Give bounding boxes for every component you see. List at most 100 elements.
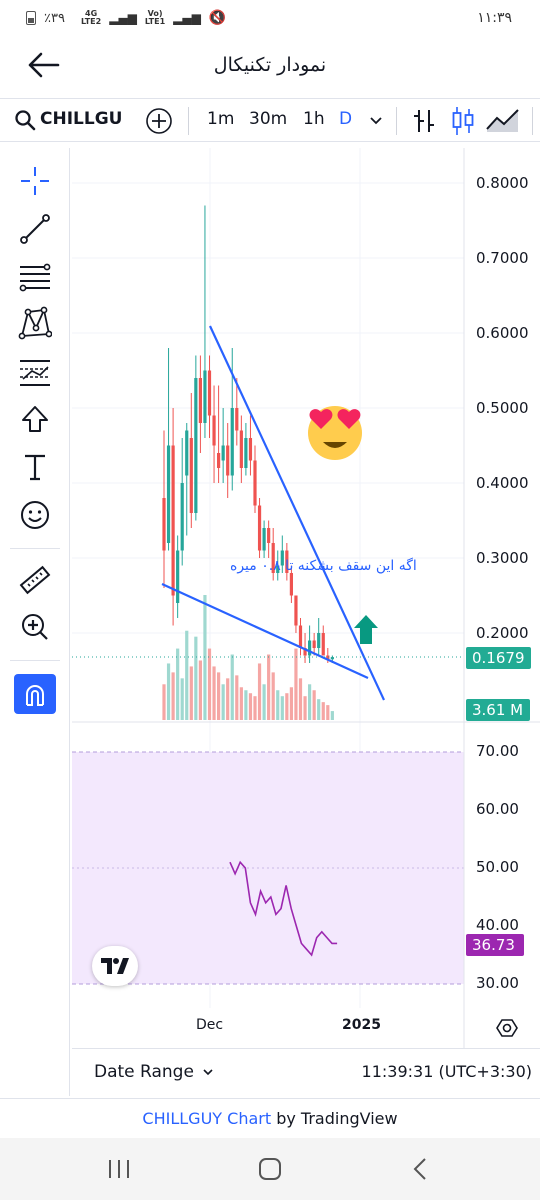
candle-body [198,378,202,423]
page-title: نمودار تکنیکال [213,54,327,76]
volume-bar [262,684,266,720]
chevron-down-icon [203,1069,213,1076]
rsi-value-badge: 36.73 [466,934,524,956]
interval-1m[interactable]: 1m [207,109,234,129]
system-nav-bar [0,1138,540,1200]
volume-bar [217,672,221,720]
candle-body [294,595,298,626]
mute-icon: 🔇 [208,10,227,26]
candle-body [194,378,198,513]
forecast-icon [20,360,50,386]
volume-bar [308,684,312,720]
chart-area[interactable]: 0.8000 0.7000 0.6000 0.5000 0.4000 0.300… [72,148,540,1048]
area-style-icon[interactable] [486,107,520,133]
interval-1h[interactable]: 1h [303,109,325,129]
symbol-chart-link[interactable]: CHILLGUY Chart [142,1109,271,1128]
volume-bar [285,693,289,720]
app-header: نمودار تکنیکال [0,38,540,94]
magnet-icon [26,685,44,706]
date-range-label: Date Range [94,1062,194,1082]
zoom-in-tool[interactable] [16,608,54,646]
candle-body [162,498,166,551]
candle-body [207,370,212,416]
price-tick: 0.8000 [476,174,529,192]
symbol-search[interactable]: CHILLGUY [40,109,122,129]
emoji-tool[interactable] [16,496,54,534]
candle-body [262,528,266,551]
status-bar: ٪۳۹ 4G LTE2 ▂▄▆ Vo) LTE1 ▂▄▆ 🔇 ۱۱:۳۹ [0,0,540,36]
candle-body [317,633,321,648]
search-icon[interactable] [14,109,36,131]
horizontal-lines-icon [19,263,51,292]
chevron-down-icon[interactable] [368,113,384,129]
rsi-tick: 40.00 [476,916,519,934]
candles-style-icon[interactable] [451,105,475,137]
candle-body [171,445,175,596]
volume-badge: 3.61 M [466,699,530,721]
signal-icon: ▂▄▆ [173,11,201,25]
pattern-tool[interactable] [16,304,54,342]
rsi-tick: 60.00 [476,800,519,818]
recent-apps-icon[interactable] [106,1158,132,1180]
timezone-clock[interactable]: 11:39:31 (UTC+3:30) [362,1062,532,1081]
volume-bar [271,672,275,720]
candle-body [189,438,193,513]
volume-bar [176,648,180,720]
candle-body [312,640,316,648]
chart-toolbar: CHILLGUY 1m 30m 1h D [0,98,540,142]
upper-trendline[interactable] [209,325,385,701]
signal-icon: ▂▄▆ [109,11,137,25]
price-tick: 0.6000 [476,324,529,342]
volume-bar [162,684,166,720]
candle-body [180,483,184,551]
measure-tool[interactable] [16,562,54,600]
volte-sub: LTE1 [144,17,166,26]
price-tick: 0.7000 [476,249,529,267]
arrow-up-drawing[interactable] [354,615,378,644]
candle-body [185,430,189,476]
date-range-button[interactable]: Date Range [94,1062,214,1082]
settings-hexagon-icon[interactable] [496,1017,518,1039]
ruler-icon [19,565,51,595]
volume-bar [171,672,175,720]
candle-body [248,438,253,461]
volume-bar [189,666,193,720]
magnet-tool[interactable] [14,674,56,714]
candle-body [221,445,225,461]
candle-body [226,445,230,476]
price-tick: 0.5000 [476,399,529,417]
text-tool[interactable] [16,448,54,486]
time-tick: 2025 [342,1017,381,1033]
zoom-in-icon [22,614,48,640]
annotation-text[interactable]: اگه این سقف بشکنه تا ۰.۸ میره [230,558,417,574]
fib-tool[interactable] [16,258,54,296]
volume-bar [330,711,334,720]
tradingview-logo-icon [101,958,129,974]
volume-bar [239,687,243,720]
smiley-icon [21,501,49,529]
trend-line-tool[interactable] [16,210,54,248]
chart-canvas[interactable] [72,148,540,1048]
interval-30m[interactable]: 30m [249,109,287,129]
trend-line-icon [20,214,50,244]
crosshair-tool[interactable] [16,162,54,200]
interval-d[interactable]: D [339,109,352,129]
volume-bar [298,678,303,720]
home-icon[interactable] [258,1157,282,1181]
arrow-tool[interactable] [16,400,54,438]
rsi-tick: 50.00 [476,858,519,876]
heart-eyes-emoji[interactable] [308,406,362,460]
forecast-tool[interactable] [16,354,54,392]
volume-bar [221,684,225,720]
bars-style-icon[interactable] [412,107,436,135]
volume-bar [244,690,248,720]
text-icon [25,454,45,481]
battery-level: ٪۳۹ [44,10,65,26]
back-icon[interactable] [410,1157,432,1181]
tradingview-logo[interactable] [92,946,138,986]
compare-add-icon[interactable] [145,107,173,135]
candle-body [298,625,303,648]
volume-bar [276,690,280,720]
drawing-toolbar [0,148,70,1096]
volume-bar [267,654,271,720]
